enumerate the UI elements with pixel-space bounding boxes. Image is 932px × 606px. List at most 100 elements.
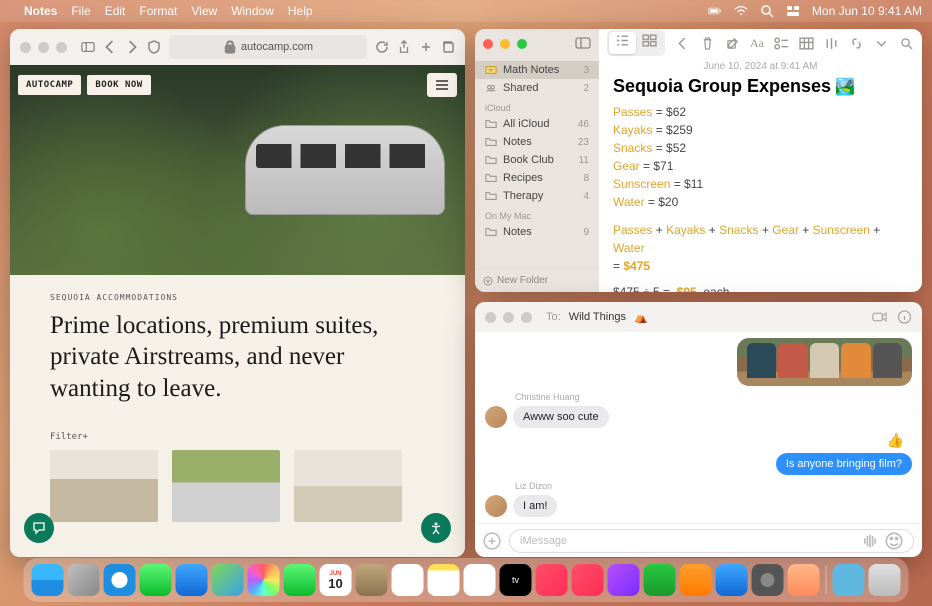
back-icon[interactable] — [675, 37, 690, 50]
dock-news[interactable] — [572, 564, 604, 596]
search-icon[interactable] — [899, 37, 914, 50]
info-icon[interactable] — [897, 310, 912, 324]
facetime-video-icon[interactable] — [872, 310, 887, 324]
menu-edit[interactable]: Edit — [105, 4, 126, 18]
minimize-button[interactable] — [500, 39, 510, 49]
accessibility-fab[interactable] — [421, 513, 451, 543]
format-icon[interactable]: Aa — [750, 36, 764, 51]
sent-bubble[interactable]: Is anyone bringing film? — [776, 453, 912, 475]
tabs-icon[interactable] — [441, 40, 455, 54]
folder-therapy[interactable]: Therapy4 — [475, 187, 599, 205]
new-tab-icon[interactable] — [419, 40, 433, 54]
note-content[interactable]: June 10, 2024 at 9:41 AM Sequoia Group E… — [599, 57, 922, 292]
menubar-datetime[interactable]: Mon Jun 10 9:41 AM — [812, 4, 922, 18]
menu-help[interactable]: Help — [288, 4, 313, 18]
accommodation-thumb[interactable] — [172, 450, 280, 522]
dock-podcasts[interactable] — [608, 564, 640, 596]
dock-settings[interactable] — [752, 564, 784, 596]
new-folder-button[interactable]: New Folder — [475, 268, 599, 292]
book-now-button[interactable]: BOOK NOW — [87, 75, 150, 95]
avatar[interactable] — [485, 406, 507, 428]
chat-fab[interactable] — [24, 513, 54, 543]
zoom-button[interactable] — [521, 312, 532, 323]
dock-finder[interactable] — [32, 564, 64, 596]
folder-local-notes[interactable]: Notes9 — [475, 223, 599, 241]
view-mode-segment[interactable] — [607, 30, 665, 56]
control-center-icon[interactable] — [786, 4, 800, 18]
received-bubble[interactable]: I am! — [513, 495, 557, 517]
close-button[interactable] — [485, 312, 496, 323]
menu-view[interactable]: View — [191, 4, 217, 18]
zoom-button[interactable] — [56, 42, 67, 53]
wifi-icon[interactable] — [734, 4, 748, 18]
grid-view-icon[interactable] — [636, 32, 663, 54]
message-input[interactable]: iMessage — [509, 529, 914, 553]
sidebar-toggle-icon[interactable] — [575, 36, 591, 53]
dock-music[interactable] — [536, 564, 568, 596]
dock-tv[interactable]: tv — [500, 564, 532, 596]
shield-icon[interactable] — [147, 40, 161, 54]
sidebar-toggle-icon[interactable] — [81, 40, 95, 54]
dock-safari[interactable] — [104, 564, 136, 596]
compose-icon[interactable] — [725, 37, 740, 50]
dock-freeform[interactable] — [464, 564, 496, 596]
dock-numbers[interactable] — [644, 564, 676, 596]
conversation-body[interactable]: Christine Huang Awww soo cute 👍 Is anyon… — [475, 332, 922, 523]
dock-pages[interactable] — [680, 564, 712, 596]
back-icon[interactable] — [103, 40, 117, 54]
media-icon[interactable] — [824, 37, 839, 50]
accommodation-thumb[interactable] — [294, 450, 402, 522]
folder-recipes[interactable]: Recipes8 — [475, 169, 599, 187]
close-button[interactable] — [483, 39, 493, 49]
checklist-icon[interactable] — [774, 37, 789, 50]
folder-book-club[interactable]: Book Club11 — [475, 151, 599, 169]
menu-file[interactable]: File — [71, 4, 90, 18]
zoom-button[interactable] — [517, 39, 527, 49]
dock-messages[interactable] — [140, 564, 172, 596]
table-icon[interactable] — [799, 37, 814, 50]
reload-icon[interactable] — [375, 40, 389, 54]
folder-all-icloud[interactable]: All iCloud46 — [475, 115, 599, 133]
more-icon[interactable] — [874, 37, 889, 50]
dock-trash[interactable] — [869, 564, 901, 596]
forward-icon[interactable] — [125, 40, 139, 54]
dock-contacts[interactable] — [356, 564, 388, 596]
dock-reminders[interactable] — [392, 564, 424, 596]
minimize-button[interactable] — [503, 312, 514, 323]
site-logo[interactable]: AUTOCAMP — [18, 75, 81, 95]
list-view-icon[interactable] — [609, 32, 636, 54]
dock-maps[interactable] — [212, 564, 244, 596]
apps-plus-icon[interactable] — [483, 532, 501, 550]
dock-notes[interactable] — [428, 564, 460, 596]
tapback-thumbs-up[interactable]: 👍 — [887, 432, 904, 449]
menubar-app-name[interactable]: Notes — [24, 4, 57, 18]
share-icon[interactable] — [397, 40, 411, 54]
menu-format[interactable]: Format — [139, 4, 177, 18]
dock-iphone-mirroring[interactable] — [788, 564, 820, 596]
folder-shared[interactable]: Shared 2 — [475, 79, 599, 97]
received-bubble[interactable]: Awww soo cute — [513, 406, 609, 428]
dock-launchpad[interactable] — [68, 564, 100, 596]
audio-icon[interactable] — [861, 532, 879, 550]
spotlight-icon[interactable] — [760, 4, 774, 18]
hamburger-menu[interactable] — [427, 73, 457, 97]
trash-icon[interactable] — [700, 37, 715, 50]
link-icon[interactable] — [849, 37, 864, 50]
received-image[interactable] — [737, 338, 912, 386]
menu-window[interactable]: Window — [231, 4, 274, 18]
conversation-name[interactable]: Wild Things — [569, 311, 626, 323]
filter-button[interactable]: Filter+ — [50, 432, 425, 442]
folder-notes[interactable]: Notes23 — [475, 133, 599, 151]
dock-mail[interactable] — [176, 564, 208, 596]
folder-math-notes[interactable]: Math Notes 3 — [475, 61, 599, 79]
dock-calendar[interactable]: JUN10 — [320, 564, 352, 596]
close-button[interactable] — [20, 42, 31, 53]
accommodation-thumb[interactable] — [50, 450, 158, 522]
dock-facetime[interactable] — [284, 564, 316, 596]
dock-appstore[interactable] — [716, 564, 748, 596]
dock-downloads[interactable] — [833, 564, 865, 596]
dock-photos[interactable] — [248, 564, 280, 596]
address-bar[interactable]: autocamp.com — [169, 35, 367, 59]
battery-icon[interactable] — [708, 4, 722, 18]
emoji-icon[interactable] — [885, 532, 903, 550]
